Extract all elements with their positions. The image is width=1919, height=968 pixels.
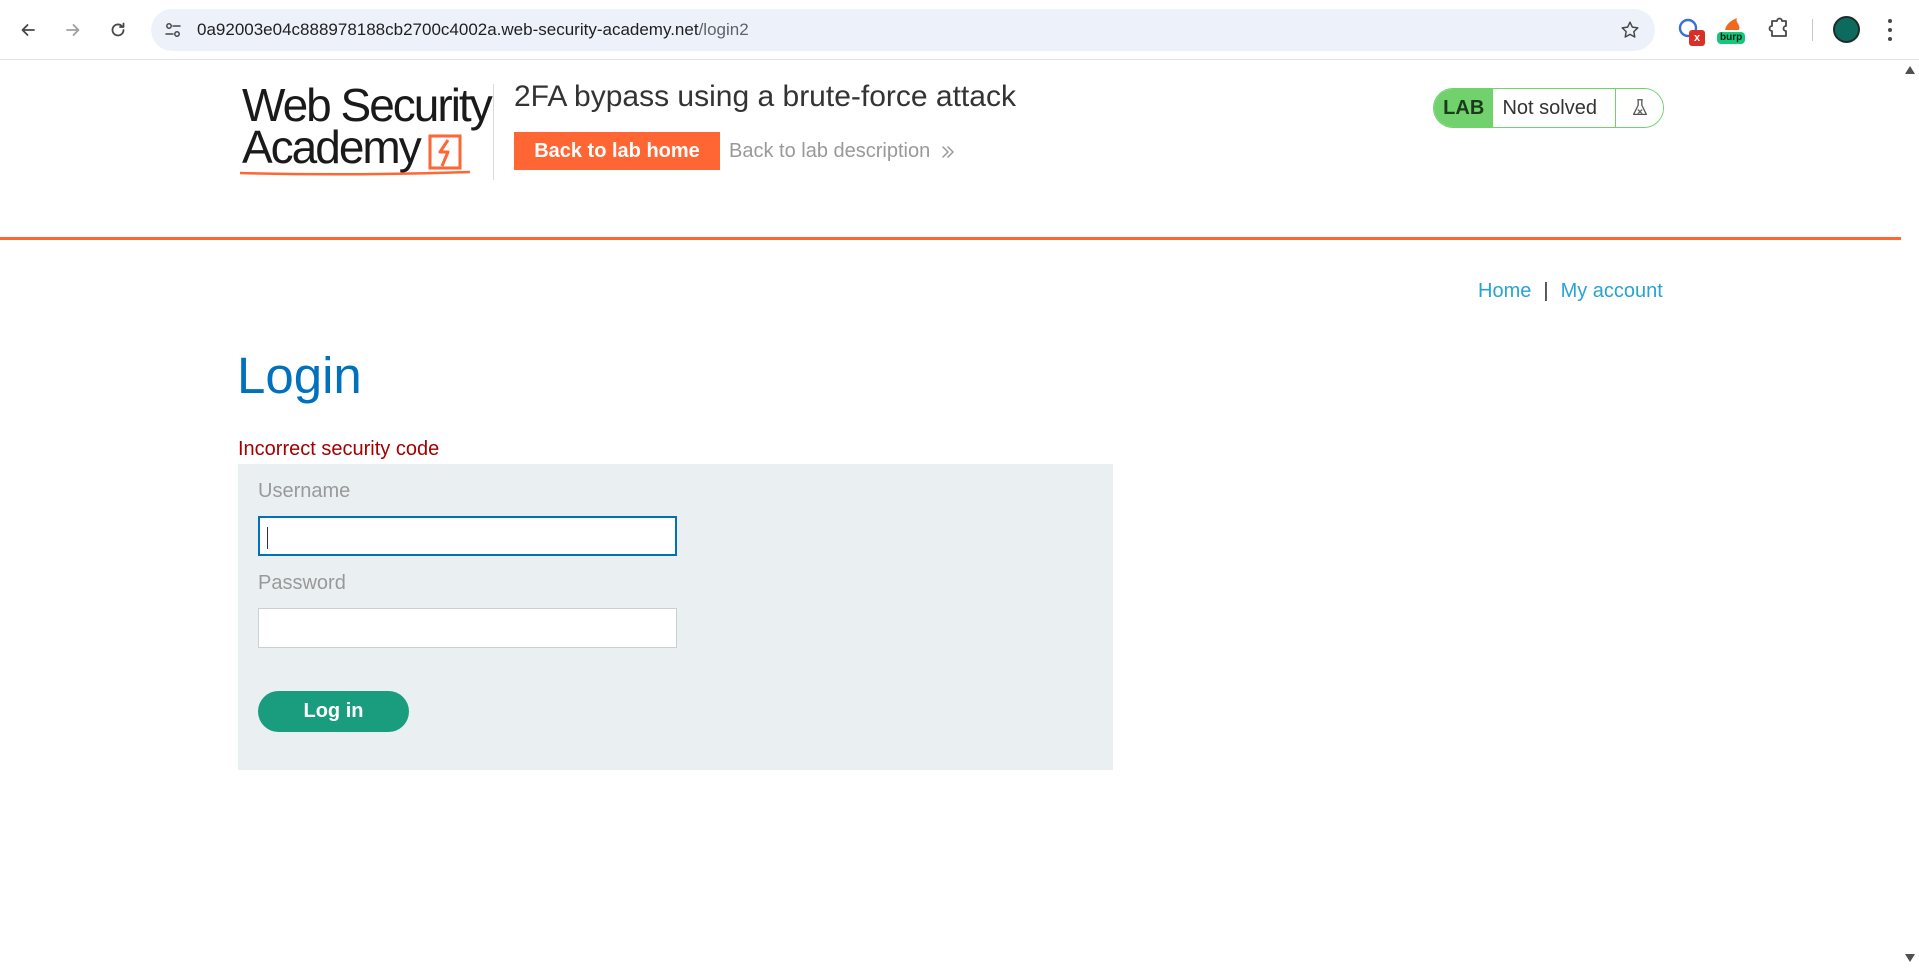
toolbar-divider bbox=[1812, 19, 1813, 41]
double-chevron-right-icon bbox=[942, 145, 954, 158]
lab-badge: LAB bbox=[1434, 89, 1494, 127]
url-host: 0a92003e04c888978188cb2700c4002a.web-sec… bbox=[197, 20, 699, 39]
nav-separator: | bbox=[1543, 280, 1549, 302]
url-text: 0a92003e04c888978188cb2700c4002a.web-sec… bbox=[197, 20, 749, 40]
back-to-lab-description-label: Back to lab description bbox=[729, 140, 931, 162]
flask-icon bbox=[1615, 89, 1663, 127]
burp-extension-icon[interactable]: burp bbox=[1717, 14, 1749, 46]
extensions-puzzle-icon[interactable] bbox=[1765, 14, 1797, 46]
bookmark-star-icon[interactable] bbox=[1619, 19, 1641, 41]
burp-badge: burp bbox=[1717, 32, 1746, 44]
back-icon[interactable] bbox=[10, 12, 46, 48]
lab-header: Web Security Academy 2FA bypass using a … bbox=[0, 60, 1901, 240]
web-security-academy-logo[interactable]: Web Security Academy bbox=[240, 82, 493, 182]
browser-toolbar: 0a92003e04c888978188cb2700c4002a.web-sec… bbox=[0, 0, 1919, 60]
top-nav-links: Home | My account bbox=[1478, 280, 1663, 303]
home-link[interactable]: Home bbox=[1478, 280, 1531, 302]
log-in-button[interactable]: Log in bbox=[258, 691, 409, 732]
back-to-lab-home-button[interactable]: Back to lab home bbox=[514, 132, 720, 170]
forward-icon[interactable] bbox=[55, 12, 91, 48]
logo-underline bbox=[240, 170, 470, 176]
logo-bolt-icon bbox=[428, 134, 462, 170]
scroll-down-icon[interactable] bbox=[1905, 954, 1915, 962]
page-scrollbar[interactable] bbox=[1901, 60, 1919, 968]
lab-status-text: Not solved bbox=[1493, 89, 1616, 127]
username-label: Username bbox=[258, 480, 351, 502]
password-label: Password bbox=[258, 572, 346, 594]
page-content: Web Security Academy 2FA bypass using a … bbox=[0, 60, 1901, 968]
extension-x-icon[interactable]: x bbox=[1676, 14, 1708, 46]
lab-status-widget: LAB Not solved bbox=[1433, 88, 1664, 128]
login-form: Username Password Log in bbox=[238, 464, 1113, 770]
password-input[interactable] bbox=[258, 608, 677, 648]
my-account-link[interactable]: My account bbox=[1561, 280, 1663, 302]
logo-divider bbox=[493, 84, 494, 180]
lab-title: 2FA bypass using a brute-force attack bbox=[514, 80, 1016, 113]
profile-avatar[interactable] bbox=[1833, 16, 1860, 43]
extension-x-badge: x bbox=[1689, 30, 1705, 46]
text-caret bbox=[267, 527, 268, 549]
site-settings-icon[interactable] bbox=[163, 20, 183, 40]
url-path: /login2 bbox=[698, 20, 749, 39]
logo-line2: Academy bbox=[242, 121, 422, 173]
error-message: Incorrect security code bbox=[238, 438, 440, 460]
browser-menu-icon[interactable] bbox=[1883, 17, 1897, 43]
page-title: Login bbox=[237, 347, 362, 404]
reload-icon[interactable] bbox=[100, 12, 136, 48]
username-input[interactable] bbox=[258, 516, 677, 556]
back-to-lab-description-link[interactable]: Back to lab description bbox=[729, 140, 956, 163]
address-bar[interactable]: 0a92003e04c888978188cb2700c4002a.web-sec… bbox=[151, 9, 1655, 51]
scroll-up-icon[interactable] bbox=[1905, 66, 1915, 74]
